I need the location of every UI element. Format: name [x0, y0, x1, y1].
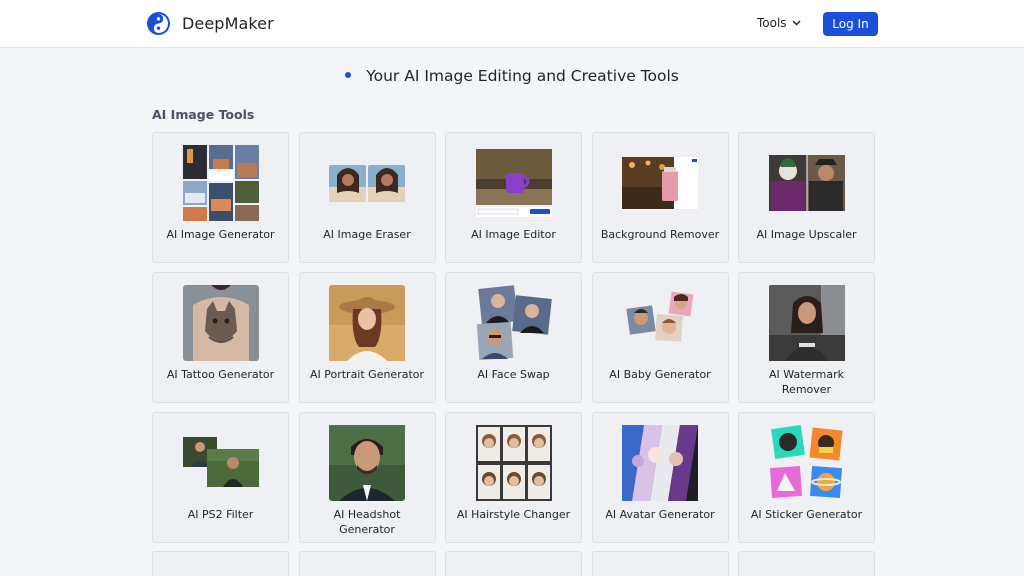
tool-card-ai-image-upscaler[interactable]: AI Image Upscaler — [738, 132, 875, 263]
tool-card-partial[interactable] — [738, 551, 875, 576]
tool-card-partial[interactable] — [591, 551, 729, 576]
section-title: AI Image Tools — [152, 107, 255, 122]
portrait-generator-thumbnail — [329, 285, 405, 361]
background-remover-thumbnail — [622, 157, 698, 209]
top-navbar: DeepMaker Tools Log In — [0, 0, 1024, 48]
tool-card-ai-headshot-generator[interactable]: AI Headshot Generator — [298, 412, 436, 543]
tool-thumbnail-partial — [476, 564, 552, 576]
tool-card-ai-sticker-generator[interactable]: AI Sticker Generator — [738, 412, 875, 543]
tool-card-ai-portrait-generator[interactable]: AI Portrait Generator — [298, 272, 436, 403]
tool-card-ai-ps2-filter[interactable]: AI PS2 Filter — [152, 412, 289, 543]
tool-card-partial[interactable] — [298, 551, 436, 576]
tool-card-label: AI Sticker Generator — [750, 508, 863, 521]
watermark-remover-thumbnail — [768, 285, 845, 361]
image-generator-thumbnail — [182, 145, 259, 221]
image-editor-thumbnail — [475, 149, 552, 217]
emoji-stickers-thumbnail — [183, 564, 259, 576]
tool-card-ai-tattoo-generator[interactable]: AI Tattoo Generator — [152, 272, 289, 403]
login-button[interactable]: Log In — [823, 12, 878, 36]
tool-card-label: AI Tattoo Generator — [166, 368, 275, 381]
tool-card-label: AI Image Editor — [471, 228, 556, 241]
tool-card-label: Background Remover — [600, 228, 720, 241]
tool-card-label: AI PS2 Filter — [187, 508, 254, 521]
tool-card-background-remover[interactable]: Background Remover — [591, 132, 729, 263]
brand-name: DeepMaker — [182, 14, 274, 33]
tattoo-generator-thumbnail — [182, 285, 259, 361]
tools-grid-partial-row — [152, 551, 875, 576]
tool-card-label: AI Face Swap — [477, 368, 550, 381]
page-title: Your AI Image Editing and Creative Tools — [366, 67, 679, 85]
tool-card-partial[interactable] — [445, 551, 582, 576]
tools-grid: AI Image Generator AI Image Eraser AI Im… — [152, 132, 875, 543]
baby-generator-thumbnail — [626, 291, 694, 342]
avatar-generator-thumbnail — [622, 425, 698, 501]
face-swap-thumbnail — [476, 285, 552, 361]
tool-card-ai-image-eraser[interactable]: AI Image Eraser — [298, 132, 436, 263]
tool-thumbnail-partial — [622, 564, 698, 576]
tool-thumbnail-partial — [329, 564, 405, 576]
tools-menu-label: Tools — [757, 16, 787, 30]
tool-card-label: AI Image Generator — [166, 228, 275, 241]
headshot-generator-thumbnail — [329, 425, 405, 501]
image-eraser-thumbnail — [329, 165, 405, 202]
sticker-generator-thumbnail — [769, 425, 842, 499]
tool-card-ai-watermark-remover[interactable]: AI Watermark Remover — [738, 272, 875, 403]
tool-card-ai-avatar-generator[interactable]: AI Avatar Generator — [591, 412, 729, 543]
hero-dot-icon — [345, 71, 352, 78]
tool-card-label: AI Baby Generator — [609, 368, 711, 381]
brand[interactable]: DeepMaker — [146, 11, 274, 36]
chevron-down-icon — [792, 20, 801, 26]
image-upscaler-thumbnail — [768, 155, 845, 211]
tool-card-ai-face-swap[interactable]: AI Face Swap — [445, 272, 582, 403]
tool-card-label: AI Headshot Generator — [333, 508, 401, 536]
tool-card-ai-image-generator[interactable]: AI Image Generator — [152, 132, 289, 263]
tool-thumbnail-partial — [769, 564, 845, 576]
tool-card-label: AI Portrait Generator — [309, 368, 425, 381]
tool-card-label: AI Watermark Remover — [769, 368, 844, 396]
tool-card-label: AI Image Upscaler — [756, 228, 857, 241]
tool-card-label: AI Hairstyle Changer — [456, 508, 571, 521]
tool-card-ai-hairstyle-changer[interactable]: AI Hairstyle Changer — [445, 412, 582, 543]
hairstyle-changer-thumbnail — [475, 425, 552, 501]
tool-card-label: AI Image Eraser — [323, 228, 411, 241]
tool-card-ai-image-editor[interactable]: AI Image Editor — [445, 132, 582, 263]
deepmaker-logo-icon — [147, 12, 170, 35]
tool-card-label: AI Avatar Generator — [605, 508, 715, 521]
tools-menu[interactable]: Tools — [757, 16, 801, 30]
tool-card-ai-baby-generator[interactable]: AI Baby Generator — [591, 272, 729, 403]
hero: Your AI Image Editing and Creative Tools — [0, 66, 1024, 85]
tool-card-partial[interactable] — [152, 551, 289, 576]
ps2-filter-thumbnail — [182, 437, 259, 487]
